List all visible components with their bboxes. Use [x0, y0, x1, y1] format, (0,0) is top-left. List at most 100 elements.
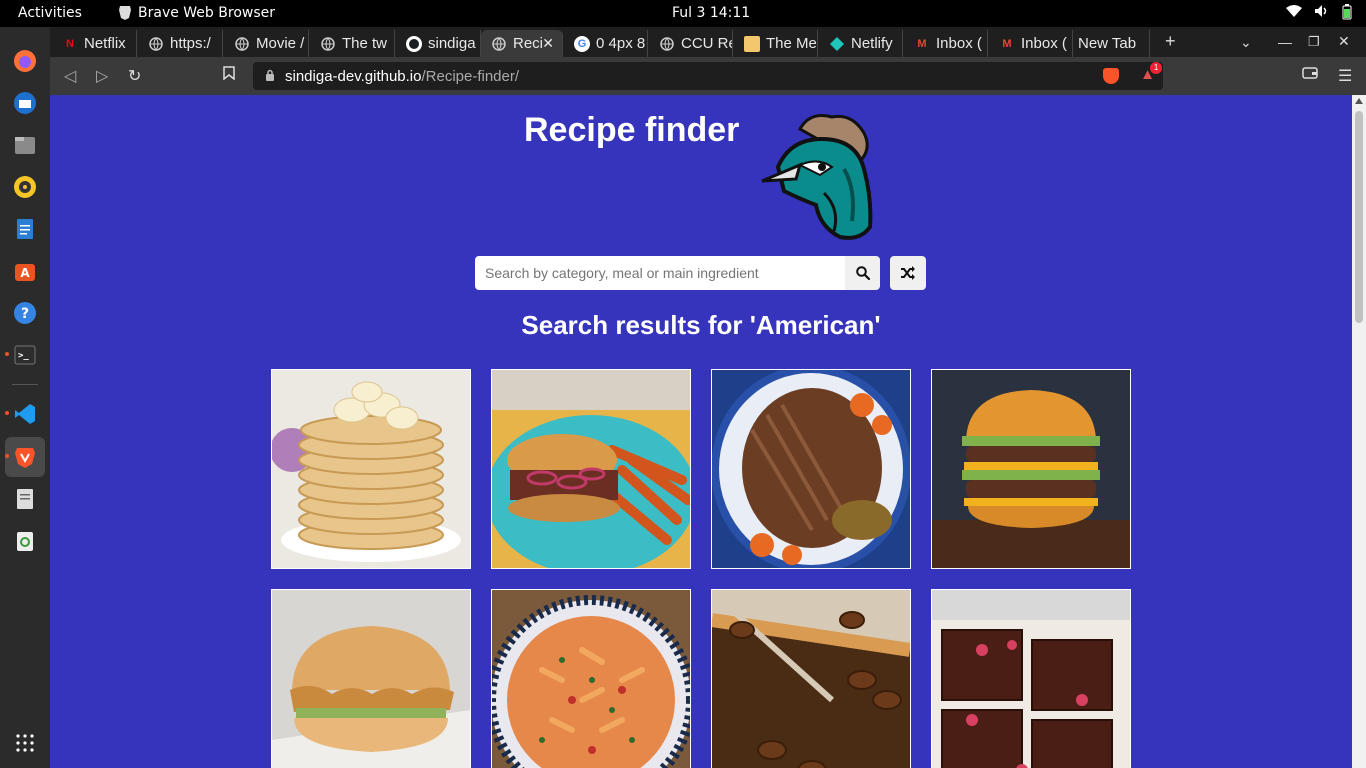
volume-icon: [1315, 5, 1327, 17]
chanticleer-logo-icon: [761, 114, 873, 240]
tab-label: Movie /: [256, 35, 305, 52]
page-content: Recipe finder Search results for 'Americ…: [50, 95, 1352, 768]
tab-netlify[interactable]: Netlify: [819, 30, 903, 57]
meal-card[interactable]: [271, 589, 471, 768]
terminal-icon[interactable]: >_: [13, 343, 37, 367]
software-center-icon[interactable]: A: [13, 259, 37, 283]
lock-icon[interactable]: [265, 69, 275, 84]
clock[interactable]: Ful 3 14:11: [672, 5, 750, 21]
brave-rewards-icon[interactable]: ▲ 1: [1140, 62, 1163, 83]
activities-button[interactable]: Activities: [18, 5, 82, 21]
double-burger-image: [932, 370, 1130, 568]
forward-button[interactable]: ▷: [96, 66, 108, 86]
url-path: /Recipe-finder/: [421, 67, 520, 85]
gmail-icon: M: [917, 37, 927, 50]
files-icon[interactable]: [13, 133, 37, 157]
help-icon[interactable]: ?: [13, 301, 37, 325]
page-scrollbar[interactable]: [1352, 95, 1366, 768]
tab-label: https:/: [170, 35, 211, 52]
app-name-label: Brave Web Browser: [138, 5, 275, 21]
brave-shields-icon[interactable]: [1103, 68, 1119, 84]
meals-grid: [271, 369, 1131, 768]
close-window-button[interactable]: ✕: [1338, 33, 1350, 50]
trash-icon[interactable]: [13, 529, 37, 553]
meal-card[interactable]: [931, 369, 1131, 569]
reload-button[interactable]: ↻: [128, 66, 141, 86]
header: Recipe finder: [524, 111, 739, 150]
shuffle-icon: [901, 266, 915, 280]
brownies-image: [932, 590, 1130, 768]
brisket-image: [712, 370, 910, 568]
running-indicator: [5, 352, 9, 356]
scrollbar-thumb[interactable]: [1355, 111, 1363, 323]
wallet-icon[interactable]: [1302, 66, 1318, 84]
running-indicator: [5, 411, 9, 415]
close-tab-icon[interactable]: ✕: [542, 35, 554, 52]
show-apps-icon[interactable]: [13, 731, 37, 755]
menu-icon[interactable]: ☰: [1338, 66, 1352, 86]
tab-the-me[interactable]: The Me: [734, 30, 818, 57]
rhythmbox-icon[interactable]: [13, 175, 37, 199]
random-meal-button[interactable]: [890, 256, 926, 290]
system-tray[interactable]: [1286, 4, 1352, 20]
tab-ccu[interactable]: CCU Re: [649, 30, 733, 57]
tab-google[interactable]: G 0 4px 8: [564, 30, 648, 57]
globe-icon: [491, 36, 507, 52]
brave-dock-icon[interactable]: [13, 445, 37, 469]
search-button[interactable]: [845, 256, 880, 290]
meal-card[interactable]: [931, 589, 1131, 768]
tab-label: sindiga: [428, 35, 476, 52]
tab-inbox-2[interactable]: M Inbox (: [989, 30, 1073, 57]
tab-label: Inbox (: [1021, 35, 1067, 52]
system-top-bar: Activities Brave Web Browser Ful 3 14:11: [0, 0, 1366, 27]
writer-icon[interactable]: [13, 217, 37, 241]
meal-card[interactable]: [271, 369, 471, 569]
minimize-button[interactable]: —: [1278, 34, 1292, 50]
maximize-button[interactable]: ❐: [1308, 34, 1320, 50]
tab-the-tw[interactable]: The tw: [310, 30, 395, 57]
tab-label: The Me: [766, 35, 817, 52]
tab-inbox-1[interactable]: M Inbox (: [904, 30, 988, 57]
tab-recipe-finder[interactable]: Reci ✕: [481, 30, 563, 57]
address-bar[interactable]: sindiga-dev.github.io/Recipe-finder/ ▲ 1: [253, 62, 1163, 90]
meal-card[interactable]: [491, 369, 691, 569]
page-title: Recipe finder: [524, 111, 740, 149]
tab-new-tab[interactable]: New Tab: [1068, 30, 1150, 57]
search-form: [475, 256, 880, 290]
search-icon: [855, 266, 870, 280]
scroll-up-arrow-icon[interactable]: [1355, 98, 1363, 104]
globe-icon: [320, 36, 336, 52]
meal-card[interactable]: [491, 589, 691, 768]
tab-strip: N Netflix https:/ Movie / The tw sindiga…: [50, 27, 1366, 57]
back-button[interactable]: ◁: [64, 66, 76, 86]
tab-netflix[interactable]: N Netflix: [52, 30, 137, 57]
globe-icon: [234, 36, 250, 52]
tab-label: CCU Re: [681, 35, 733, 52]
bookmark-icon[interactable]: [223, 66, 235, 85]
browser-toolbar: ◁ ▷ ↻ sindiga-dev.github.io/Recipe-finde…: [50, 57, 1366, 95]
search-input[interactable]: [475, 256, 845, 290]
new-tab-button[interactable]: +: [1165, 31, 1176, 52]
burger-fries-image: [492, 370, 690, 568]
google-icon: G: [574, 35, 590, 52]
firefox-icon[interactable]: [13, 49, 37, 73]
meal-card[interactable]: [711, 369, 911, 569]
avatar-icon: [744, 35, 760, 52]
vscode-icon[interactable]: [13, 402, 37, 426]
globe-icon: [659, 36, 675, 52]
thunderbird-icon[interactable]: [13, 91, 37, 115]
url-host: sindiga-dev.github.io: [285, 67, 422, 85]
app-menu[interactable]: Brave Web Browser: [118, 5, 275, 21]
tab-https[interactable]: https:/: [138, 30, 223, 57]
wifi-icon: [1286, 5, 1302, 17]
svg-text:?: ?: [21, 306, 29, 322]
tab-movie[interactable]: Movie /: [224, 30, 309, 57]
github-icon: [406, 35, 422, 52]
tab-sindiga[interactable]: sindiga: [396, 30, 481, 57]
meal-card[interactable]: [711, 589, 911, 768]
gmail-icon: M: [1002, 37, 1012, 50]
text-editor-icon[interactable]: [13, 487, 37, 511]
dock: A ? >_: [0, 27, 50, 768]
svg-text:A: A: [20, 266, 30, 280]
tab-list-chevron-icon[interactable]: ⌄: [1240, 34, 1252, 51]
